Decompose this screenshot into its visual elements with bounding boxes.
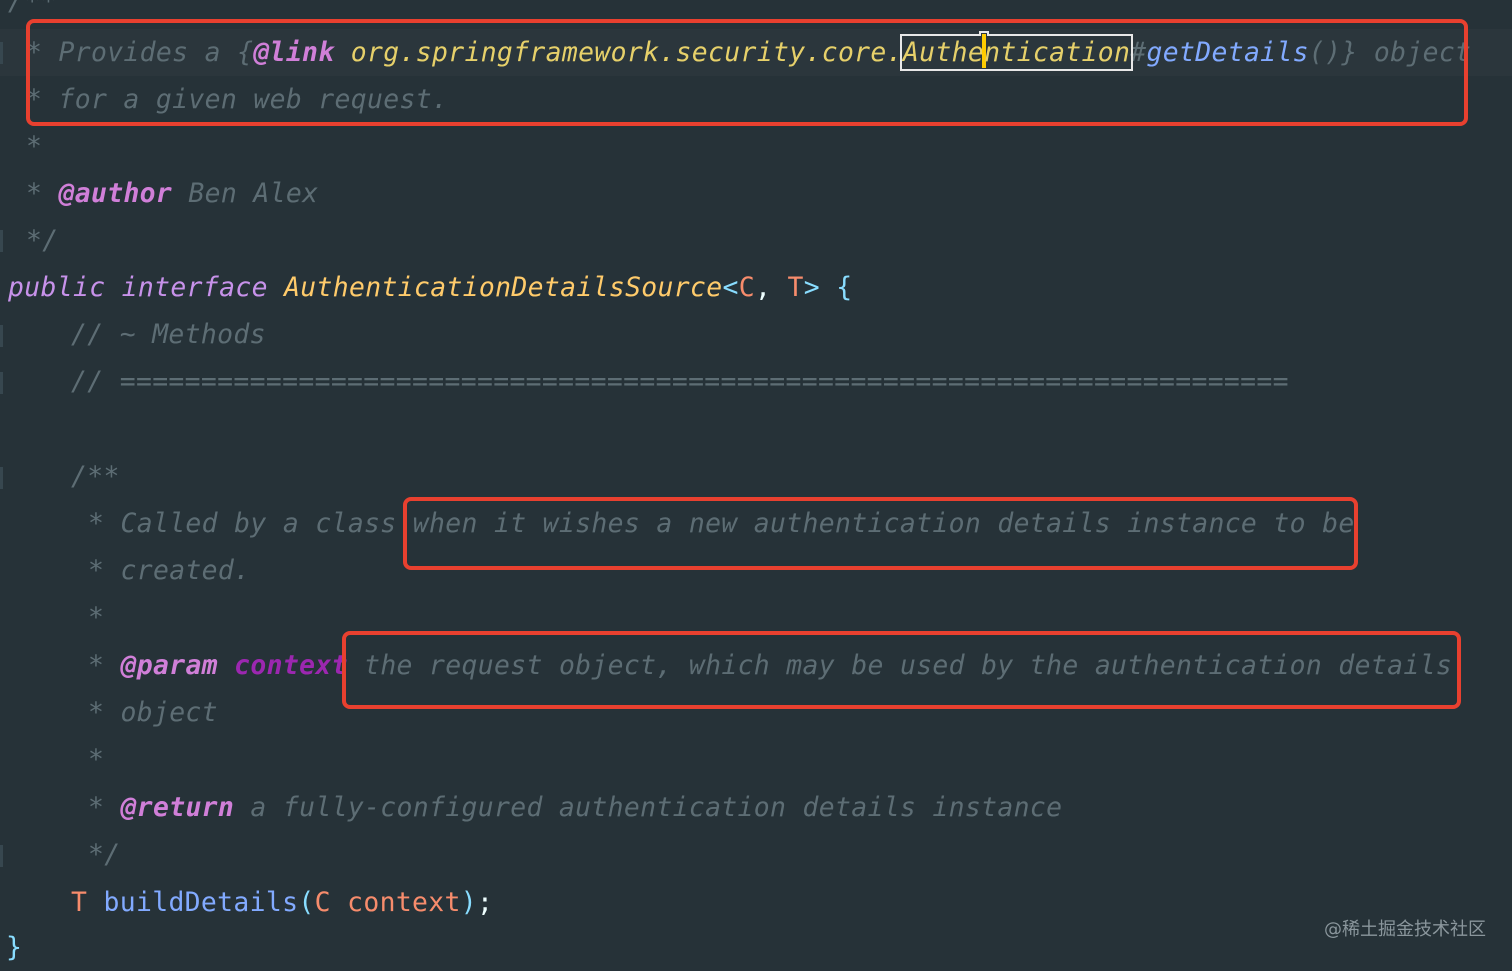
generic-open: <	[722, 272, 739, 303]
code-line-18: T buildDetails(C context);	[71, 879, 493, 926]
highlight-box-link	[26, 19, 1468, 126]
code-line-14: * object	[88, 697, 218, 728]
author-name: Ben Alex	[172, 178, 319, 209]
paren-open: (	[298, 887, 315, 918]
code-line-8: // =====================================…	[71, 366, 1289, 397]
open-brace: {	[820, 272, 853, 303]
keyword-public: public	[8, 272, 106, 303]
generic-comma: ,	[755, 272, 788, 303]
method-name: buildDetails	[87, 887, 299, 918]
gutter-marker	[0, 372, 3, 394]
code-line-12: *	[88, 602, 105, 633]
comment-text: *	[26, 178, 59, 209]
code-line-19: }	[6, 932, 23, 963]
watermark: @稀土掘金技术社区	[1324, 919, 1486, 940]
return-type: T	[71, 887, 88, 918]
generic-close: >	[803, 272, 820, 303]
code-line-9: /**	[71, 461, 120, 492]
arg-name: context	[330, 887, 461, 918]
comment-text: a fully-configured authentication detail…	[234, 792, 1063, 823]
javadoc-tag-param: @param	[120, 650, 218, 681]
gutter-marker	[0, 42, 3, 64]
code-line-15: *	[88, 744, 105, 775]
paren-close: )	[460, 887, 478, 918]
code-line-16: * @return a fully-configured authenticat…	[88, 784, 1062, 831]
code-line-17: */	[88, 839, 121, 870]
param-name: context	[217, 650, 348, 681]
semicolon: ;	[477, 887, 494, 918]
javadoc-tag-return: @return	[120, 792, 235, 823]
code-line-3: *	[26, 131, 43, 162]
gutter-marker	[0, 845, 3, 867]
highlight-box-called-by	[403, 497, 1358, 570]
code-editor[interactable]: /** * Provides a {@link org.springframew…	[0, 0, 1512, 967]
interface-name: AuthenticationDetailsSource	[284, 272, 723, 303]
type-param-c: C	[738, 272, 756, 303]
arg-type: C	[314, 887, 331, 918]
code-line-7: // ~ Methods	[71, 319, 266, 350]
gutter-marker	[0, 325, 3, 347]
highlight-box-param	[342, 631, 1461, 709]
code-line-6: public interface AuthenticationDetailsSo…	[8, 264, 852, 311]
comment-text: *	[88, 650, 121, 681]
code-line-5: */	[26, 225, 59, 256]
code-line-4: * @author Ben Alex	[26, 170, 318, 217]
gutter-marker	[0, 230, 3, 252]
javadoc-tag-author: @author	[58, 178, 173, 209]
code-line-11: * created.	[88, 555, 251, 586]
comment-text: *	[88, 792, 121, 823]
keyword-interface: interface	[105, 272, 285, 303]
gutter-marker	[0, 467, 3, 489]
type-param-t: T	[787, 272, 804, 303]
